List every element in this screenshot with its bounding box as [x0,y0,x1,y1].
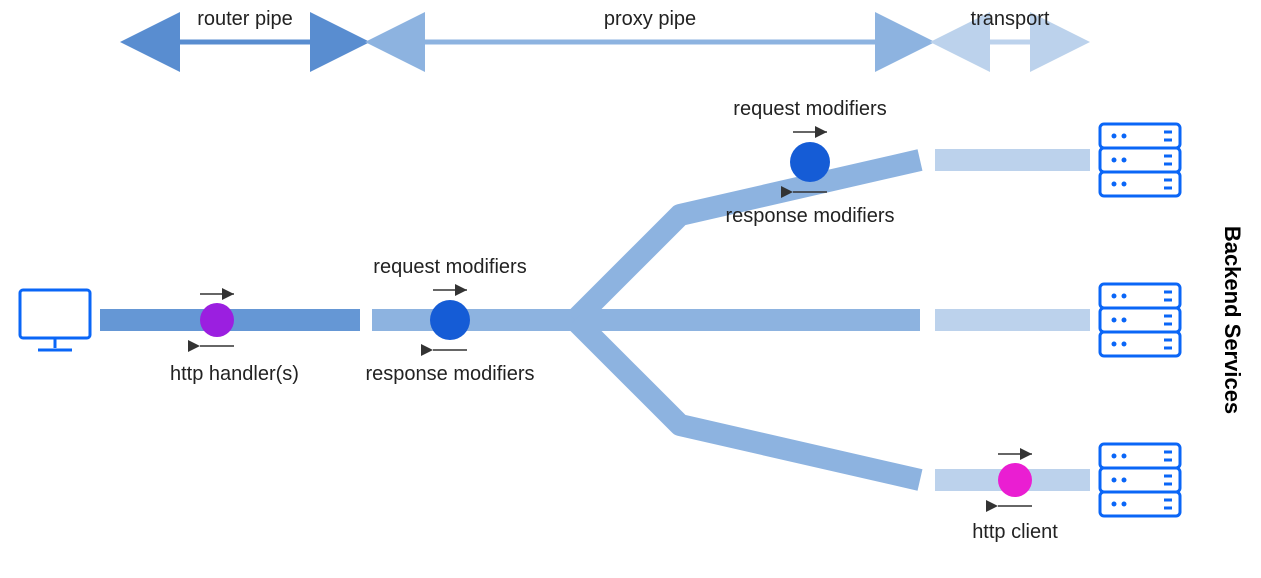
router-pipe-label: router pipe [197,8,293,30]
request-modifiers-main-label: request modifiers [373,256,526,278]
response-modifiers-main-label: response modifiers [366,363,535,385]
request-modifiers-branch-label: request modifiers [733,98,886,120]
proxy-pipe-upper [575,160,920,320]
modifiers-branch-node-icon [790,142,830,182]
server-middle-icon [1100,284,1180,356]
transport-label: transport [971,8,1050,30]
backend-services-label: Backend Services [1220,226,1245,414]
response-modifiers-branch-label: response modifiers [726,205,895,227]
proxy-pipe-lower [575,320,920,480]
pipeline-diagram: router pipe proxy pipe transport http ha… [0,0,1261,578]
http-client-node-icon [998,463,1032,497]
http-handlers-label: http handler(s) [170,363,299,385]
modifiers-main-node-icon [430,300,470,340]
server-top-icon [1100,124,1180,196]
http-handlers-node-icon [200,303,234,337]
client-monitor-icon [20,290,90,350]
proxy-pipe-label: proxy pipe [604,8,696,30]
http-client-label: http client [972,521,1058,543]
server-bottom-icon [1100,444,1180,516]
